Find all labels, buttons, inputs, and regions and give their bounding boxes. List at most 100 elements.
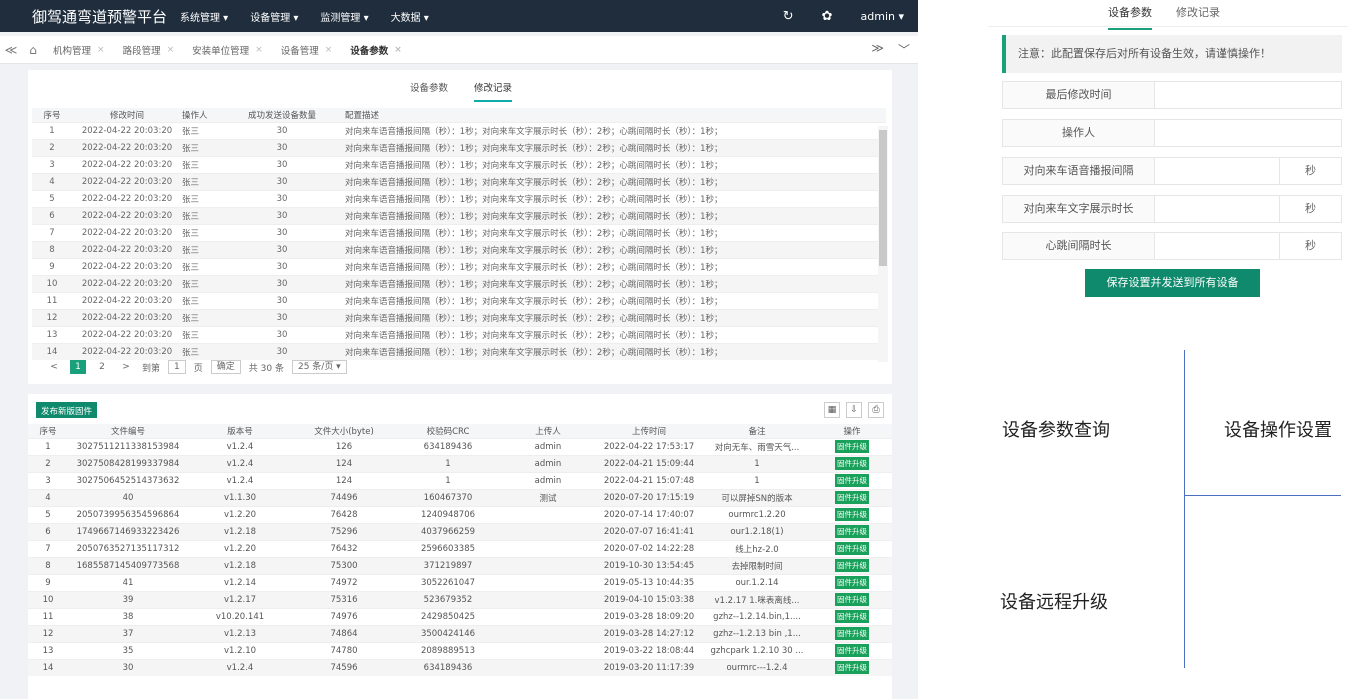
table-row[interactable]: 4 40 v1.1.30 74496 160467370 测试 2020-07-20 17:… <box>28 488 892 506</box>
firmware-upgrade-button[interactable]: 固件升级 <box>835 457 869 470</box>
table-cell: 固件升级 <box>812 607 892 625</box>
table-row[interactable]: 3 3027506452514373632 v1.2.4 124 1 admin 2022-… <box>28 471 892 489</box>
table-row[interactable]: 1 2022-04-22 20:03:20 张三 30 对向来车语音播报间隔（秒）：1秒… <box>32 121 886 139</box>
user-menu[interactable]: admin ▾ <box>861 10 905 23</box>
refresh-icon[interactable]: ↻ <box>783 9 794 24</box>
table-row[interactable]: 9 41 v1.2.14 74972 3052261047 2019-05-13 10:4… <box>28 573 892 591</box>
page-2-button[interactable]: 2 <box>94 360 110 374</box>
columns-icon[interactable]: ▦ <box>824 402 840 418</box>
table-cell: 固件升级 <box>812 454 892 472</box>
table-row[interactable]: 6 1749667146933223426 v1.2.18 75296 40379662… <box>28 522 892 540</box>
table-tools: ▦ ⇩ ⎙ <box>824 402 884 418</box>
palette-icon[interactable]: ✿ <box>822 9 833 24</box>
tab-org[interactable]: 机构管理 × <box>44 36 114 64</box>
tab-device[interactable]: 设备管理 × <box>272 36 342 64</box>
page-next-button[interactable]: > <box>118 360 134 374</box>
table-row[interactable]: 6 2022-04-22 20:03:20 张三 30 对向来车语音播报间隔（秒）：1秒… <box>32 206 886 224</box>
firmware-upgrade-button[interactable]: 固件升级 <box>835 474 869 487</box>
table-row[interactable]: 7 2050763527135117312 v1.2.20 76432 25966033… <box>28 539 892 557</box>
home-icon[interactable]: ⌂ <box>22 43 44 57</box>
table-row[interactable]: 13 2022-04-22 20:03:20 张三 30 对向来车语音播报间隔（秒）：1… <box>32 325 886 343</box>
table-row[interactable]: 11 38 v10.20.141 74976 2429850425 2019-03-28 … <box>28 607 892 625</box>
table-cell: 2022-04-22 20:03:20 <box>72 342 182 360</box>
page-1-button[interactable]: 1 <box>70 360 86 374</box>
subtab-params[interactable]: 设备参数 <box>410 80 448 102</box>
table-cell: 2022-04-22 20:03:20 <box>72 223 182 241</box>
table-cell: 张三 <box>182 121 227 139</box>
confirm-button[interactable]: 确定 <box>210 360 241 374</box>
table-row[interactable]: 12 2022-04-22 20:03:20 张三 30 对向来车语音播报间隔（秒）：1… <box>32 308 886 326</box>
table-row[interactable]: 5 2022-04-22 20:03:20 张三 30 对向来车语音播报间隔（秒）：1秒… <box>32 189 886 207</box>
heartbeat-input[interactable] <box>1155 233 1279 259</box>
scrollbar-thumb[interactable] <box>879 130 887 266</box>
publish-firmware-button[interactable]: 发布新版固件 <box>36 402 98 418</box>
subtab-history[interactable]: 修改记录 <box>474 80 513 102</box>
table-row[interactable]: 7 2022-04-22 20:03:20 张三 30 对向来车语音播报间隔（秒）：1秒… <box>32 223 886 241</box>
table-row[interactable]: 10 39 v1.2.17 75316 523679352 2019-04-10 15:0… <box>28 590 892 608</box>
table-row[interactable]: 8 2022-04-22 20:03:20 张三 30 对向来车语音播报间隔（秒）：1秒… <box>32 240 886 258</box>
firmware-upgrade-button[interactable]: 固件升级 <box>835 491 869 504</box>
table-row[interactable]: 2 3027508428199337984 v1.2.4 124 1 admin 2022-… <box>28 454 892 472</box>
table-row[interactable]: 2 2022-04-22 20:03:20 张三 30 对向来车语音播报间隔（秒）：1秒… <box>32 138 886 156</box>
table-row[interactable]: 4 2022-04-22 20:03:20 张三 30 对向来车语音播报间隔（秒）：1秒… <box>32 172 886 190</box>
app-window: 御驾通弯道预警平台 系统管理 设备管理 监测管理 大数据 ↻ ✿ admin ▾… <box>0 0 918 699</box>
table-cell: 39 <box>68 590 188 608</box>
export-icon[interactable]: ⇩ <box>846 402 862 418</box>
table-row[interactable]: 11 2022-04-22 20:03:20 张三 30 对向来车语音播报间隔（秒）：1… <box>32 291 886 309</box>
table-row[interactable]: 12 37 v1.2.13 74864 3500424146 2019-03-28 14:… <box>28 624 892 642</box>
table-cell: 2050763527135117312 <box>68 539 188 557</box>
table-cell: 11 <box>32 291 72 309</box>
table-row[interactable]: 5 2050739956354596864 v1.2.20 76428 12409487… <box>28 505 892 523</box>
table-row[interactable]: 14 30 v1.2.4 74596 634189436 2019-03-20 11:17… <box>28 658 892 676</box>
menu-monitor[interactable]: 监测管理 <box>320 9 368 24</box>
firmware-upgrade-button[interactable]: 固件升级 <box>835 559 869 572</box>
table-cell: 2596603385 <box>396 539 500 557</box>
firmware-upgrade-button[interactable]: 固件升级 <box>835 627 869 640</box>
firmware-upgrade-button[interactable]: 固件升级 <box>835 508 869 521</box>
firmware-upgrade-button[interactable]: 固件升级 <box>835 440 869 453</box>
tab-scroll-left-button[interactable]: ≪ <box>0 43 22 57</box>
table-row[interactable]: 9 2022-04-22 20:03:20 张三 30 对向来车语音播报间隔（秒）：1秒… <box>32 257 886 275</box>
table-row[interactable]: 13 35 v1.2.10 74780 2089889513 2019-03-22 18:… <box>28 641 892 659</box>
firmware-upgrade-button[interactable]: 固件升级 <box>835 593 869 606</box>
close-icon[interactable]: × <box>167 45 175 55</box>
page-prev-button[interactable]: < <box>46 360 62 374</box>
page-size-select[interactable]: 25 条/页 ▾ <box>291 360 347 374</box>
menu-bigdata[interactable]: 大数据 <box>391 9 429 24</box>
close-icon[interactable]: × <box>255 45 263 55</box>
tab-road[interactable]: 路段管理 × <box>114 36 184 64</box>
tab-scroll-right-button[interactable]: ≫ <box>871 41 884 58</box>
voice-interval-input[interactable] <box>1155 158 1279 184</box>
table-cell: 124 <box>292 471 396 489</box>
chevron-down-icon[interactable]: ﹀ <box>898 41 910 58</box>
firmware-upgrade-button[interactable]: 固件升级 <box>835 644 869 657</box>
col-header: 上传时间 <box>596 424 702 438</box>
table-row[interactable]: 1 3027511211338153984 v1.2.4 126 634189436 ad… <box>28 437 892 455</box>
text-duration-input[interactable] <box>1155 196 1279 222</box>
tab-installer[interactable]: 安装单位管理 × <box>183 36 272 64</box>
table-row[interactable]: 14 2022-04-22 20:03:20 张三 30 对向来车语音播报间隔（秒）：1… <box>32 342 886 360</box>
table-row[interactable]: 3 2022-04-22 20:03:20 张三 30 对向来车语音播报间隔（秒）：1秒… <box>32 155 886 173</box>
firmware-upgrade-button[interactable]: 固件升级 <box>835 576 869 589</box>
menu-system[interactable]: 系统管理 <box>180 9 228 24</box>
table-row[interactable]: 8 1685587145409773568 v1.2.18 75300 37121989… <box>28 556 892 574</box>
save-and-send-button[interactable]: 保存设置并发送到所有设备 <box>1085 269 1260 297</box>
menu-device[interactable]: 设备管理 <box>250 9 298 24</box>
page-input[interactable]: 1 <box>168 360 186 374</box>
table-cell: 测试 <box>500 488 596 506</box>
tab-device-params[interactable]: 设备参数 × <box>341 36 411 64</box>
close-icon[interactable]: × <box>325 45 333 55</box>
table-cell: 对向来车语音播报间隔（秒）：1秒；对向来车文字展示时长（秒）：2秒；心跳间隔时长… <box>337 291 886 309</box>
history-scrollbar[interactable] <box>878 126 888 362</box>
firmware-upgrade-button[interactable]: 固件升级 <box>835 661 869 675</box>
table-cell: 1 <box>32 121 72 139</box>
close-icon[interactable]: × <box>97 45 105 55</box>
firmware-upgrade-button[interactable]: 固件升级 <box>835 610 869 623</box>
table-row[interactable]: 10 2022-04-22 20:03:20 张三 30 对向来车语音播报间隔（秒）：1… <box>32 274 886 292</box>
close-icon[interactable]: × <box>394 45 402 55</box>
firmware-upgrade-button[interactable]: 固件升级 <box>835 542 869 555</box>
firmware-upgrade-button[interactable]: 固件升级 <box>835 525 869 538</box>
last-modified-field <box>1155 82 1341 108</box>
print-icon[interactable]: ⎙ <box>868 402 884 418</box>
table-cell: 1749667146933223426 <box>68 522 188 540</box>
